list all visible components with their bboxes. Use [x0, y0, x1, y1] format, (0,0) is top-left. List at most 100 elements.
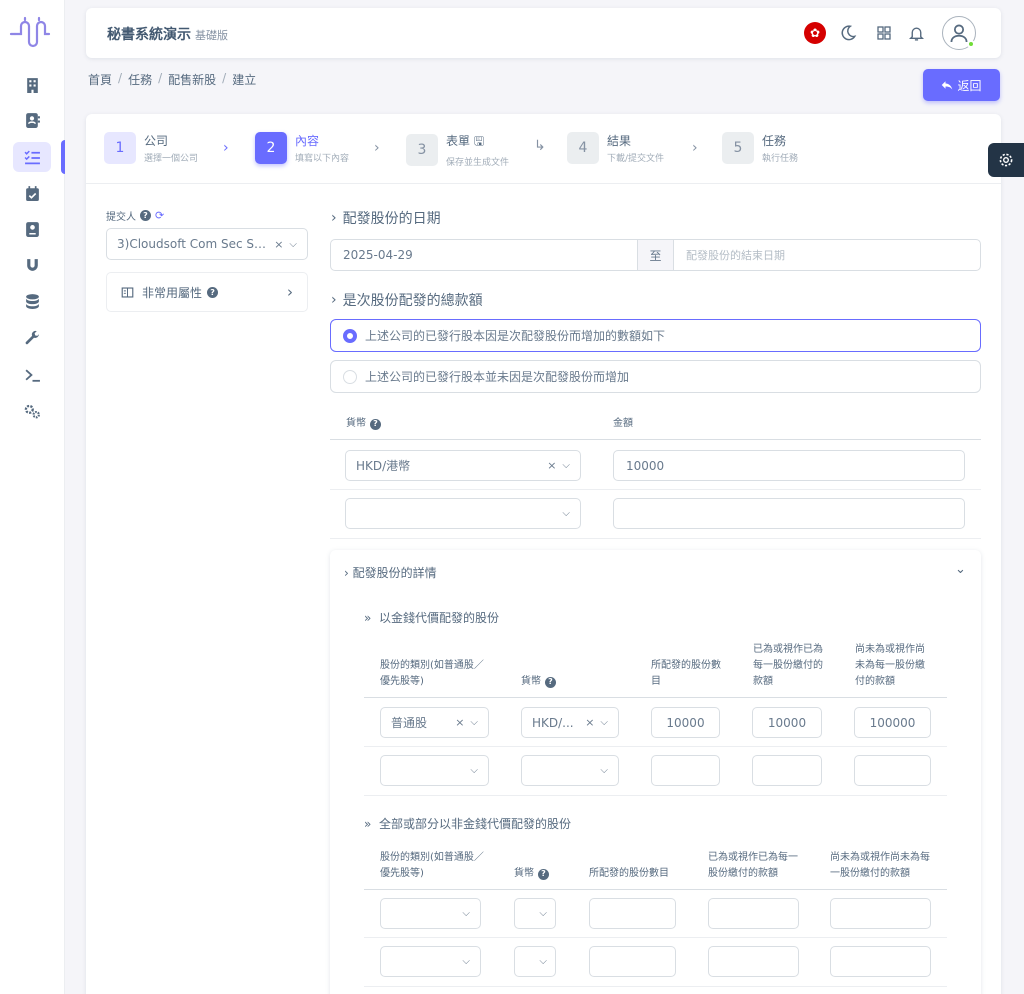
building-icon	[26, 77, 38, 93]
apps-grid-icon[interactable]	[873, 22, 895, 44]
noncash-currency-select[interactable]: ⌵	[514, 898, 556, 929]
step-turn-arrow-icon: ↳	[534, 138, 546, 154]
chevron-down-icon: ⌵	[600, 765, 608, 776]
amount-input[interactable]: 10000	[613, 450, 965, 481]
active-indicator	[61, 140, 65, 174]
language-flag-icon[interactable]: ✿	[804, 22, 826, 44]
task-list-icon	[24, 150, 40, 164]
sidebar	[0, 0, 65, 994]
sidebar-item-contacts[interactable]	[13, 105, 51, 135]
step-content[interactable]: 2 內容 填寫以下內容	[255, 132, 349, 164]
cash-count-input-empty[interactable]	[651, 755, 720, 786]
calendar-check-icon	[25, 185, 39, 201]
cash-paid-header: 已為或視作已為每一股份繳付的款額	[753, 644, 823, 687]
app-logo[interactable]	[9, 14, 55, 52]
chevron-down-icon: ⌵	[470, 717, 478, 728]
notification-bell-icon[interactable]	[905, 22, 927, 44]
step-company[interactable]: 1 公司 選擇一個公司	[104, 132, 198, 164]
submitter-label: 提交人 ? ⟳	[106, 209, 165, 223]
radio-capital-increased[interactable]: 上述公司的已發行股本因是次配發股份而增加的數額如下	[330, 319, 981, 352]
clear-icon[interactable]: ×	[585, 716, 594, 729]
stepper-divider	[86, 183, 1001, 184]
allot-date-start-input[interactable]: 2025-04-29	[330, 239, 638, 271]
sidebar-item-terminal[interactable]	[13, 360, 51, 390]
noncash-unpaid-input[interactable]	[830, 898, 931, 929]
sidebar-item-register[interactable]	[13, 214, 51, 244]
cash-paid-input[interactable]: 10000	[752, 707, 822, 738]
radio-capital-not-increased[interactable]: 上述公司的已發行股本並未因是次配發股份而增加	[330, 360, 981, 393]
user-avatar[interactable]	[942, 16, 976, 50]
collapse-chevron-icon[interactable]: ⌄	[955, 562, 966, 577]
allot-date-end-input[interactable]: 配發股份的結束日期	[673, 239, 981, 271]
details-title[interactable]: › 配發股份的詳情	[344, 564, 437, 581]
step-chevron-icon: ›	[374, 140, 380, 156]
help-icon[interactable]: ?	[538, 868, 549, 880]
cash-unpaid-input[interactable]: 100000	[854, 707, 931, 738]
noncash-unpaid-header: 尚未為或視作尚未為每一股份繳付的款額	[830, 852, 930, 879]
radio-checked[interactable]	[343, 328, 357, 343]
submitter-select[interactable]: 3)Cloudsoft Com Sec Servi... × ⌵	[106, 228, 308, 260]
step-form[interactable]: 3 表單 🖫 保存並生成文件	[406, 132, 509, 168]
wrench-icon	[25, 330, 39, 344]
sidebar-item-database[interactable]	[13, 286, 51, 316]
cash-count-input[interactable]: 10000	[651, 707, 720, 738]
chevron-down-icon: ⌵	[462, 908, 470, 919]
sidebar-item-magnet[interactable]	[13, 250, 51, 280]
help-icon[interactable]: ?	[370, 418, 381, 430]
rare-attributes-toggle[interactable]: 非常用屬性? ›	[106, 272, 308, 312]
chevron-right-icon: ›	[344, 566, 349, 580]
sidebar-item-tasks[interactable]	[13, 142, 51, 172]
table-divider	[330, 538, 981, 539]
amount-input-empty[interactable]	[613, 498, 965, 529]
noncash-unpaid-input-2[interactable]	[830, 946, 931, 977]
cash-currency-select[interactable]: HKD/... × ⌵	[521, 707, 619, 738]
noncash-currency-select-2[interactable]: ⌵	[514, 946, 556, 977]
sidebar-item-tools[interactable]	[13, 323, 51, 353]
noncash-class-select-2[interactable]: ⌵	[380, 946, 481, 977]
cash-class-select-empty[interactable]: ⌵	[380, 755, 489, 786]
sidebar-item-company[interactable]	[13, 70, 51, 100]
refresh-icon[interactable]: ⟳	[155, 209, 164, 222]
breadcrumb-tasks[interactable]: 任務	[128, 71, 152, 88]
chevron-right-icon: ›	[331, 292, 337, 308]
clear-icon[interactable]: ×	[547, 459, 556, 472]
help-icon[interactable]: ?	[140, 210, 151, 221]
book-open-icon	[121, 286, 134, 298]
sidebar-item-settings[interactable]	[13, 396, 51, 426]
noncash-paid-input-2[interactable]	[708, 946, 799, 977]
clear-icon[interactable]: ×	[455, 716, 464, 729]
noncash-class-select[interactable]: ⌵	[380, 898, 481, 929]
step-result[interactable]: 4 結果 下載/提交文件	[567, 132, 664, 164]
cash-paid-input-empty[interactable]	[752, 755, 822, 786]
back-button[interactable]: 返回	[923, 69, 1000, 101]
cash-currency-select-empty[interactable]: ⌵	[521, 755, 619, 786]
breadcrumb: 首頁 / 任務 / 配售新股 / 建立	[88, 71, 257, 88]
cash-class-select[interactable]: 普通股 × ⌵	[380, 707, 489, 738]
noncash-class-header: 股份的類別(如普通股／優先股等)	[380, 852, 484, 879]
cash-shares-title: » 以金錢代價配發的股份	[364, 611, 499, 625]
cash-unpaid-input-empty[interactable]	[854, 755, 931, 786]
help-icon[interactable]: ?	[545, 676, 556, 688]
currency-select-empty[interactable]: ⌵	[345, 498, 581, 529]
chevron-down-icon: ⌵	[600, 717, 608, 728]
sidebar-item-calendar[interactable]	[13, 178, 51, 208]
dark-mode-icon[interactable]	[837, 22, 859, 44]
breadcrumb-home[interactable]: 首頁	[88, 71, 112, 88]
help-icon[interactable]: ?	[207, 286, 219, 298]
step-task[interactable]: 5 任務 執行任務	[722, 132, 798, 164]
noncash-count-input[interactable]	[589, 898, 676, 929]
noncash-count-input-2[interactable]	[589, 946, 676, 977]
currency-select[interactable]: HKD/港幣 × ⌵	[345, 450, 581, 481]
table-divider	[330, 439, 981, 440]
noncash-paid-input[interactable]	[708, 898, 799, 929]
table-divider	[330, 489, 981, 490]
table-divider	[364, 795, 947, 796]
clear-icon[interactable]: ×	[274, 238, 283, 251]
breadcrumb-allotment[interactable]: 配售新股	[168, 71, 216, 88]
table-divider	[364, 889, 947, 890]
chevron-down-icon: ⌵	[562, 460, 570, 471]
radio-unchecked[interactable]	[343, 369, 357, 384]
settings-gear-icon[interactable]	[988, 143, 1024, 177]
save-icon: 🖫	[473, 134, 485, 148]
date-range-separator: 至	[637, 239, 674, 271]
